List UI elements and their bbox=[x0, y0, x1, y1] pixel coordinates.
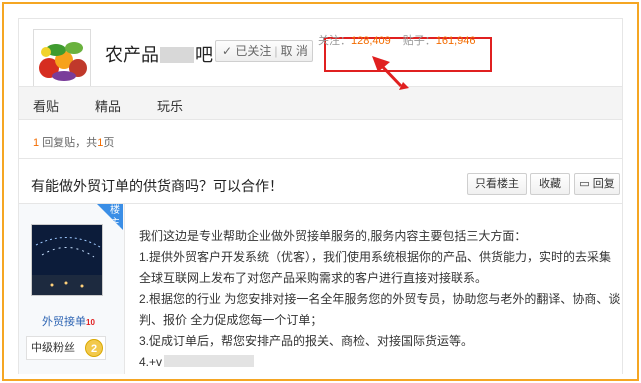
vegetables-icon bbox=[34, 30, 90, 86]
author-column: 楼主 外贸接单10 中级粉丝 2 bbox=[19, 204, 125, 374]
author-name[interactable]: 外贸接单10 bbox=[42, 313, 95, 329]
forum-title[interactable]: 农产品 吧 bbox=[105, 41, 213, 67]
tab-wanle[interactable]: 玩乐 bbox=[157, 96, 183, 115]
tab-jingpin[interactable]: 精品 bbox=[95, 96, 121, 115]
reply-text: 回复贴，共 bbox=[42, 137, 98, 149]
contact-prefix: 4.+v bbox=[139, 355, 163, 369]
level-title: 中级粉丝 bbox=[31, 342, 75, 354]
followed-label: ✓ 已关注 bbox=[222, 44, 272, 58]
night-sky-avatar-icon bbox=[32, 225, 102, 295]
screenshot-frame: 农产品 吧 ✓ 已关注 | 取 消 关注：128,409 贴子：161,946 看贴 精… bbox=[2, 2, 639, 381]
post-line: 3.促成订单后，帮您安排产品的报关、商检、对接国际货运等。 bbox=[139, 334, 474, 348]
post-line: 全球互联网上发布了对您产品采购需求的客户进行直接对接联系。 bbox=[139, 271, 488, 285]
thread-title: 有能做外贸订单的供货商吗？可以合作！ bbox=[31, 178, 283, 194]
forum-avatar[interactable] bbox=[33, 29, 91, 87]
post-line: 1.提供外贸客户开发系统（优客），我们使用系统根据你的产品、供货能力，实时的去采… bbox=[139, 250, 612, 264]
vip-icon: 10 bbox=[86, 318, 95, 327]
blurred-text bbox=[160, 47, 194, 63]
follow-button[interactable]: ✓ 已关注 | 取 消 bbox=[215, 40, 313, 62]
post-line-contact: 4.+v bbox=[139, 352, 617, 373]
post-floor: 楼主 外贸接单10 中级粉丝 2 我们这边是专业帮助企业做外贸接单服务的,服务内… bbox=[18, 204, 623, 374]
post-line: 2.根据您的行业 为您安排对接一名全年服务您的外贸专员，协助您与老外的翻译、协商… bbox=[139, 292, 621, 306]
blurred-contact bbox=[164, 355, 255, 367]
author-name-text: 外贸接单 bbox=[42, 316, 86, 328]
reply-count: 1 bbox=[33, 137, 40, 149]
fan-level[interactable]: 中级粉丝 2 bbox=[26, 336, 106, 360]
thread-title-bar: 有能做外贸订单的供货商吗？可以合作！ 只看楼主 收藏 ▭ 回复 bbox=[18, 158, 623, 204]
followers-count: 128,409 bbox=[351, 35, 391, 47]
unfollow-link[interactable]: 取 消 bbox=[281, 44, 308, 58]
pages-text: 页 bbox=[103, 137, 115, 149]
author-avatar[interactable] bbox=[31, 224, 103, 296]
forum-title-prefix: 农产品 bbox=[105, 45, 159, 65]
favorite-button[interactable]: 收藏 bbox=[530, 173, 570, 195]
forum-stats: 关注：128,409 贴子：161,946 bbox=[318, 32, 476, 48]
pager-info: 1 回复贴，共1页 bbox=[18, 120, 623, 158]
posts-label: 贴子： bbox=[402, 35, 436, 47]
only-op-button[interactable]: 只看楼主 bbox=[467, 173, 527, 195]
level-badge: 2 bbox=[85, 339, 103, 357]
forum-title-suffix: 吧 bbox=[195, 45, 213, 65]
followers-label: 关注： bbox=[318, 35, 351, 47]
post-line: 我们这边是专业帮助企业做外贸接单服务的,服务内容主要包括三大方面： bbox=[139, 229, 527, 243]
reply-icon: ▭ bbox=[579, 178, 590, 190]
reply-button[interactable]: ▭ 回复 bbox=[574, 173, 620, 195]
reply-label: 回复 bbox=[592, 178, 615, 190]
tab-kantie[interactable]: 看贴 bbox=[33, 96, 59, 115]
posts-count: 161,946 bbox=[435, 35, 476, 47]
forum-nav: 看贴 精品 玩乐 bbox=[18, 86, 623, 120]
post-content: 我们这边是专业帮助企业做外贸接单服务的,服务内容主要包括三大方面： 1.提供外贸… bbox=[139, 226, 621, 373]
forum-header: 农产品 吧 ✓ 已关注 | 取 消 bbox=[18, 18, 623, 87]
post-line: 判、报价 全力促成您每一个订单； bbox=[139, 313, 323, 327]
